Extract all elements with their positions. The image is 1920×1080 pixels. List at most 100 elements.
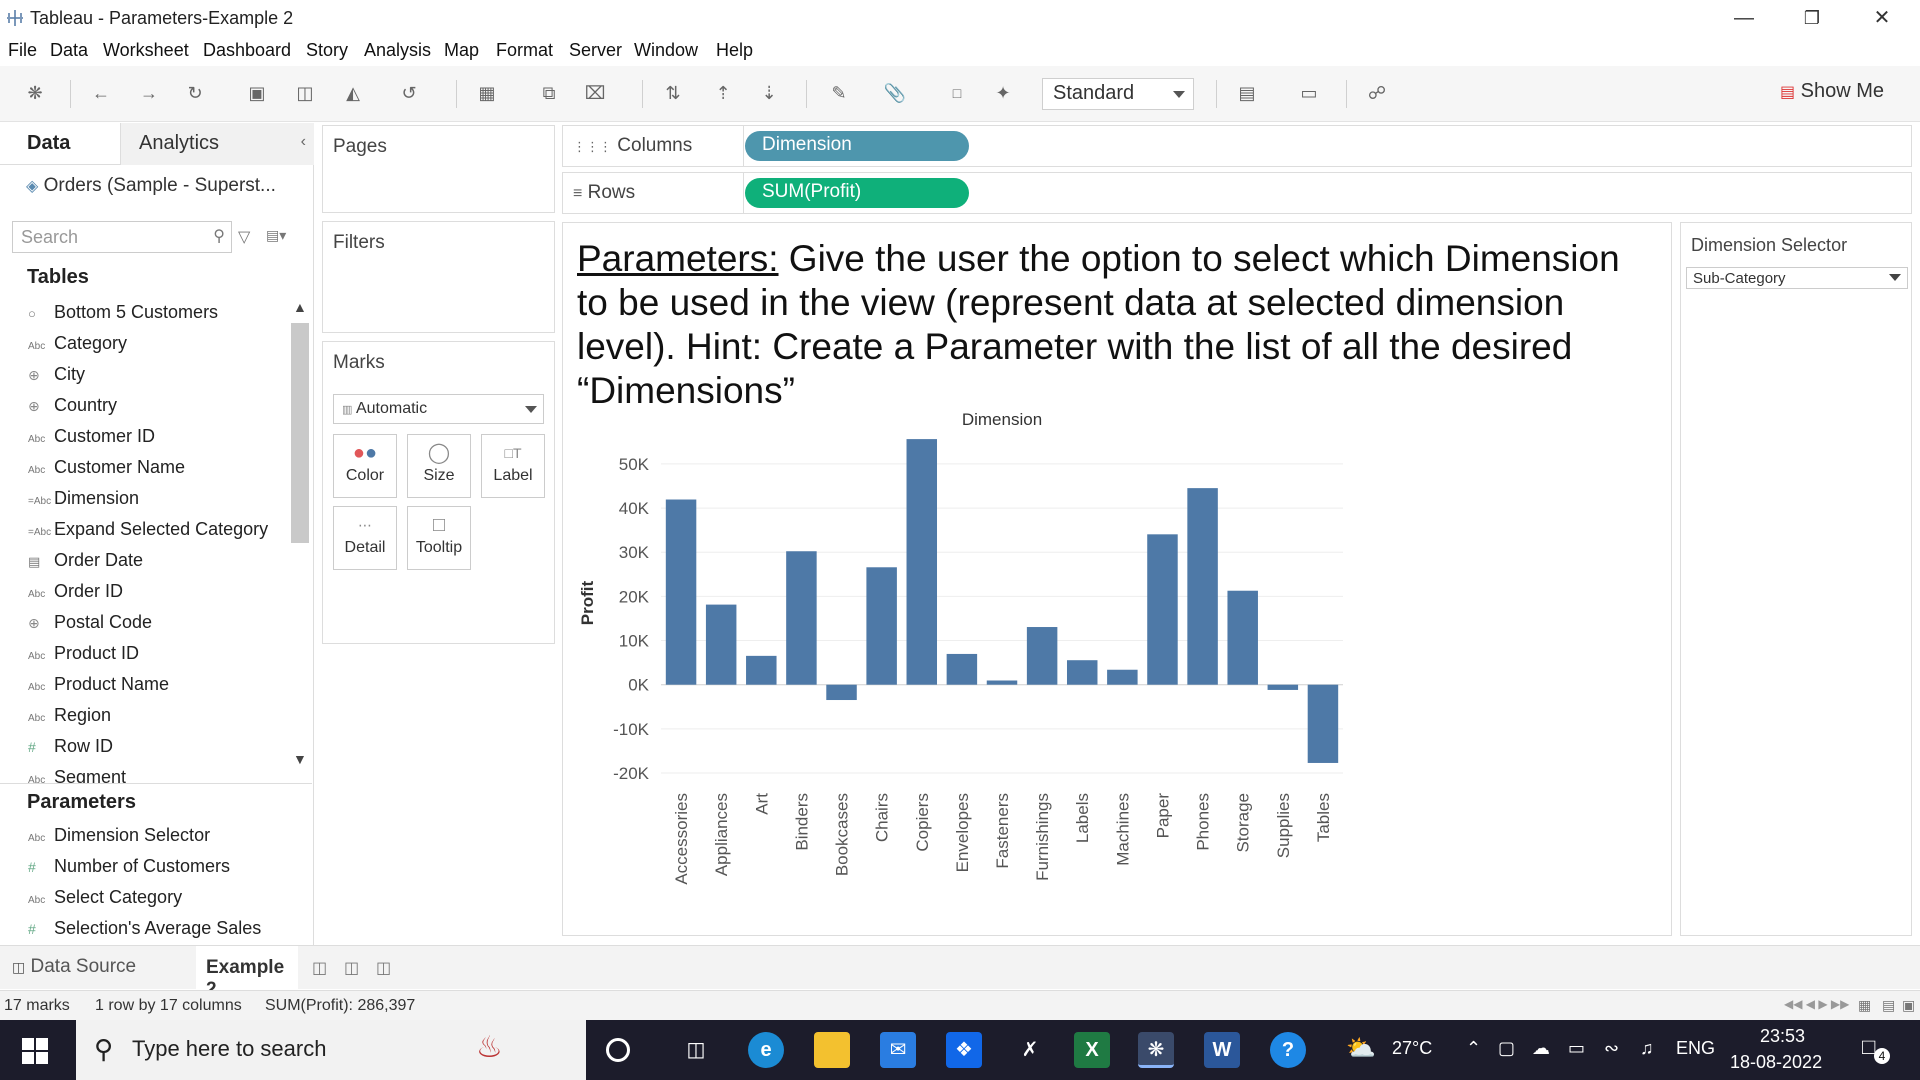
refresh-icon[interactable]: ↺ (396, 80, 422, 106)
show-mark-labels-icon[interactable]: □ (944, 80, 970, 106)
redo-icon[interactable]: → (136, 80, 162, 106)
collapse-chevron-icon[interactable]: ‹ (301, 133, 306, 151)
language-indicator[interactable]: ENG (1676, 1038, 1715, 1059)
battery-icon[interactable]: ▭ (1568, 1038, 1585, 1059)
tab-example-2[interactable]: Example 2 (196, 946, 298, 1000)
field-item[interactable]: Abc Product Name (28, 674, 288, 702)
field-item[interactable]: ▤ Order Date (28, 550, 288, 578)
meet-now-icon[interactable]: ▢ (1498, 1038, 1515, 1059)
new-datasource-icon[interactable]: ◫ (292, 80, 318, 106)
close-button[interactable]: ✕ (1862, 4, 1902, 32)
clear-sheet-icon[interactable]: ⌧ (582, 80, 608, 106)
new-worksheet-icon[interactable]: ◫ (312, 958, 327, 978)
save-icon[interactable]: ▣ (244, 80, 270, 106)
rows-shelf[interactable]: ≡ Rows SUM(Profit) (562, 172, 1912, 214)
windows-start-icon[interactable] (22, 1038, 48, 1064)
new-worksheet-icon[interactable]: ▦ (474, 80, 500, 106)
tab-data[interactable]: Data (0, 123, 120, 165)
menu-data[interactable]: Data (50, 40, 88, 61)
tooltip-button[interactable]: □ Tooltip (407, 506, 471, 570)
scrollbar-thumb[interactable] (291, 323, 309, 543)
parameter-item[interactable]: Abc Select Category (28, 887, 288, 915)
field-item[interactable]: ⊕ City (28, 364, 288, 392)
volume-icon[interactable]: ♫ (1640, 1038, 1654, 1059)
new-story-icon[interactable]: ◫ (376, 958, 391, 978)
menu-window[interactable]: Window (634, 40, 698, 61)
word-icon[interactable]: W (1204, 1032, 1240, 1068)
highlight-icon[interactable]: ✎ (826, 80, 852, 106)
sheet-sorter-icon[interactable]: ▦ (1858, 997, 1871, 1014)
file-explorer-icon[interactable] (814, 1032, 850, 1068)
filmstrip-icon[interactable]: ▤ (1882, 997, 1895, 1014)
fix-axes-icon[interactable]: ✦ (990, 80, 1016, 106)
field-item[interactable]: Abc Region (28, 705, 288, 733)
filter-icon[interactable]: ▽ (238, 227, 250, 247)
presentation-mode-icon[interactable]: ▭ (1296, 80, 1322, 106)
scroll-up-icon[interactable]: ▲ (293, 299, 307, 315)
size-button[interactable]: ◯ Size (407, 434, 471, 498)
field-item[interactable]: Abc Customer ID (28, 426, 288, 454)
tabs-icon[interactable]: ▣ (1902, 997, 1915, 1014)
field-item[interactable]: Abc Order ID (28, 581, 288, 609)
menu-map[interactable]: Map (444, 40, 479, 61)
minimize-button[interactable]: — (1724, 4, 1764, 32)
fit-mode-select[interactable]: Standard (1042, 78, 1194, 110)
mail-icon[interactable]: ✉ (880, 1032, 916, 1068)
menu-help[interactable]: Help (716, 40, 753, 61)
menu-format[interactable]: Format (496, 40, 553, 61)
wifi-icon[interactable]: ∾ (1604, 1038, 1619, 1059)
field-item[interactable]: ⊕ Country (28, 395, 288, 423)
tab-data-source[interactable]: ◫ Data Source (12, 956, 136, 978)
group-members-icon[interactable]: 📎 (882, 80, 908, 106)
duplicate-sheet-icon[interactable]: ⧉ (536, 80, 562, 106)
view-options-icon[interactable]: ▤▾ (266, 227, 286, 244)
label-button[interactable]: □T Label (481, 434, 545, 498)
undo-icon[interactable]: ← (88, 80, 114, 106)
swap-axes-icon[interactable]: ⇅ (660, 80, 686, 106)
show-me-button[interactable]: ▤ Show Me (1780, 80, 1884, 103)
columns-shelf[interactable]: ⋮⋮⋮ Columns Dimension (562, 125, 1912, 167)
menu-file[interactable]: File (8, 40, 37, 61)
sort-descending-icon[interactable]: ⇣ (756, 80, 782, 106)
cortana-icon[interactable] (606, 1038, 630, 1062)
field-item[interactable]: =Abc Expand Selected Category (28, 519, 288, 547)
mark-type-select[interactable]: ▥ Automatic (333, 394, 544, 424)
field-item[interactable]: ○ Bottom 5 Customers (28, 302, 288, 330)
taskbar-search-input[interactable]: ⚲ Type here to search ♨ (76, 1020, 586, 1080)
onedrive-icon[interactable]: ☁ (1532, 1038, 1550, 1059)
filters-card[interactable]: Filters (322, 221, 555, 333)
color-button[interactable]: ●● Color (333, 434, 397, 498)
new-dashboard-icon[interactable]: ◫ (344, 958, 359, 978)
show-hidden-icons-icon[interactable]: ⌃ (1466, 1038, 1481, 1059)
parameter-item[interactable]: Abc Dimension Selector (28, 825, 288, 853)
show-cards-icon[interactable]: ▤ (1234, 80, 1260, 106)
datasource-item[interactable]: ◈ Orders (Sample - Superst... (26, 175, 276, 197)
menu-server[interactable]: Server (569, 40, 622, 61)
field-item[interactable]: Abc Customer Name (28, 457, 288, 485)
tableau-taskbar-icon[interactable]: ❋ (1138, 1032, 1174, 1068)
clock-date[interactable]: 18-08-2022 (1730, 1052, 1822, 1073)
pages-card[interactable]: Pages (322, 125, 555, 213)
dimension-selector-dropdown[interactable]: Sub-Category (1686, 267, 1908, 289)
sum-profit-pill[interactable]: SUM(Profit) (745, 178, 969, 208)
task-view-icon[interactable]: ◫ (678, 1032, 714, 1068)
dimension-pill[interactable]: Dimension (745, 131, 969, 161)
tab-analytics[interactable]: Analytics ‹ (120, 123, 314, 165)
field-item[interactable]: Abc Segment (28, 767, 288, 783)
share-icon[interactable]: ☍ (1364, 80, 1390, 106)
scroll-down-icon[interactable]: ▼ (293, 751, 307, 767)
menu-analysis[interactable]: Analysis (364, 40, 431, 61)
field-search-input[interactable]: Search ⚲ (12, 221, 232, 253)
field-item[interactable]: Abc Product ID (28, 643, 288, 671)
detail-button[interactable]: ⋯ Detail (333, 506, 397, 570)
menu-dashboard[interactable]: Dashboard (203, 40, 291, 61)
excel-icon[interactable]: X (1074, 1032, 1110, 1068)
parameter-item[interactable]: # Number of Customers (28, 856, 288, 884)
field-item[interactable]: =Abc Dimension (28, 488, 288, 516)
field-item[interactable]: ⊕ Postal Code (28, 612, 288, 640)
tableau-home-icon[interactable]: ❋ (22, 80, 48, 106)
sheet-nav-icon[interactable]: ◀◀ ◀ ▶ ▶▶ (1784, 997, 1849, 1011)
parameter-item[interactable]: # Selection's Average Sales (28, 918, 288, 946)
field-item[interactable]: Abc Category (28, 333, 288, 361)
restore-button[interactable]: ❐ (1792, 4, 1832, 32)
